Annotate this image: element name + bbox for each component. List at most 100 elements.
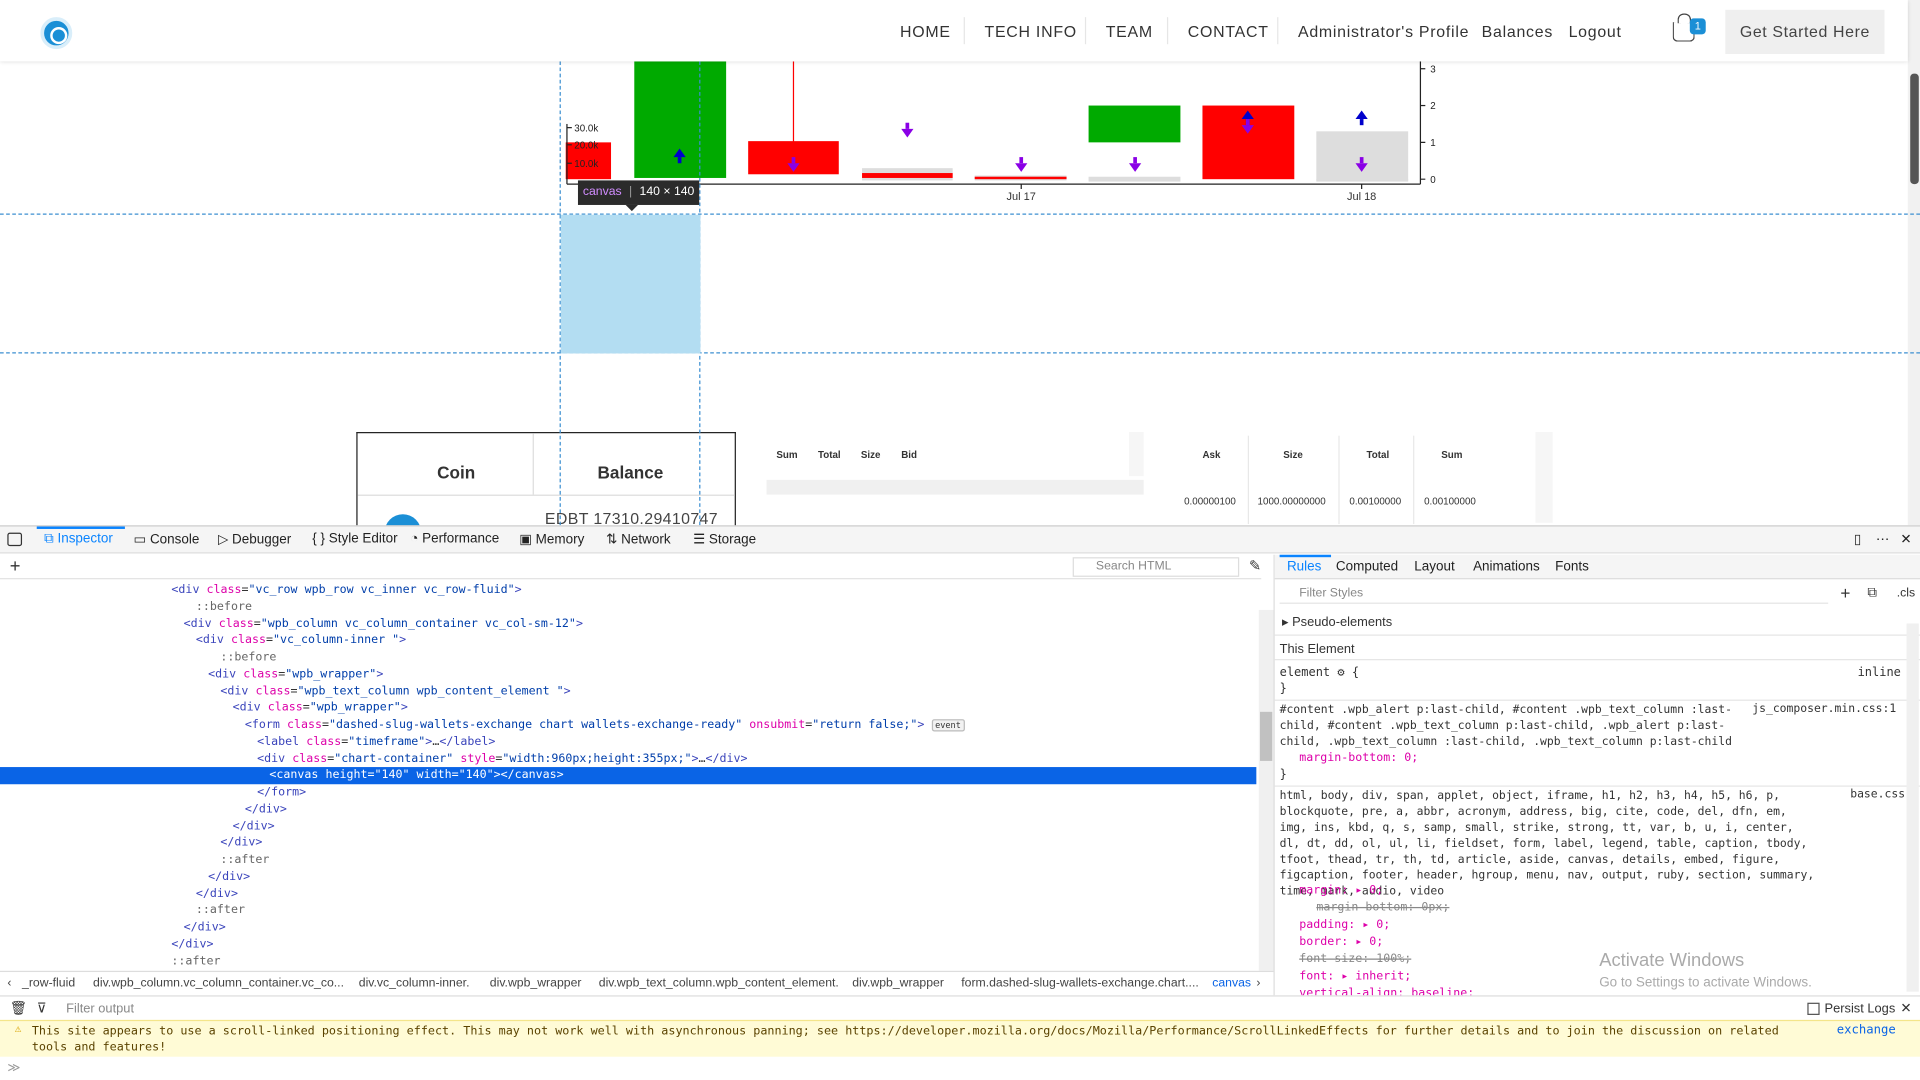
tab-style-editor[interactable]: { } Style Editor	[312, 531, 397, 546]
rule2-declaration[interactable]: border: ▸ 0;	[1299, 935, 1383, 949]
warning-source-link[interactable]: exchange	[1837, 1024, 1896, 1038]
nav-tech-info[interactable]: TECH INFO	[984, 22, 1076, 40]
rule1-selector[interactable]: #content .wpb_alert p:last-child, #conte…	[1280, 702, 1745, 750]
tab-rules[interactable]: Rules	[1287, 560, 1321, 575]
html-tree-node[interactable]: </div>	[0, 801, 1256, 818]
breadcrumb-item[interactable]: div.wpb_wrapper	[490, 977, 582, 991]
column-divider	[532, 433, 534, 495]
html-tree-node[interactable]: <div class="chart-container" style="widt…	[0, 750, 1256, 767]
tab-storage[interactable]: ☰ Storage	[693, 531, 756, 548]
pseudo-elements-toggle[interactable]: ▸ Pseudo-elements	[1282, 615, 1392, 630]
nav-team[interactable]: TEAM	[1106, 22, 1153, 40]
rule1-source[interactable]: js_composer.min.css:1	[1752, 702, 1896, 716]
tab-debugger[interactable]: ▷ Debugger	[218, 531, 291, 548]
bid-horizontal-scrollbar[interactable]	[766, 479, 1144, 495]
html-tree-node[interactable]: </div>	[0, 936, 1256, 953]
breadcrumb-item[interactable]: form.dashed-slug-wallets-exchange.chart.…	[961, 977, 1199, 991]
nav-logout[interactable]: Logout	[1569, 22, 1622, 40]
rule2-declaration[interactable]: padding: ▸ 0;	[1299, 918, 1390, 932]
nav-balances[interactable]: Balances	[1482, 22, 1553, 40]
breadcrumb-item[interactable]: div.vc_column-inner.	[359, 977, 470, 991]
add-node-icon[interactable]: +	[10, 556, 21, 577]
ask-vertical-scrollbar[interactable]	[1535, 432, 1553, 523]
breadcrumb-item-selected[interactable]: canvas	[1212, 977, 1251, 991]
persist-logs-checkbox[interactable]	[1807, 1002, 1820, 1015]
close-icon[interactable]: ✕	[1900, 531, 1911, 548]
html-tree-node[interactable]: </div>	[0, 919, 1256, 936]
html-tree-node[interactable]: <div class="vc_row wpb_row vc_inner vc_r…	[0, 582, 1256, 599]
element-picker-icon[interactable]	[7, 532, 23, 547]
html-tree-node[interactable]: </div>	[0, 885, 1256, 902]
rules-scrollbar[interactable]	[1906, 623, 1919, 992]
html-tree-node[interactable]: ::before	[0, 649, 1256, 666]
bid-vertical-scrollbar[interactable]	[1128, 432, 1144, 477]
column-divider	[1338, 435, 1340, 525]
html-tree-node[interactable]: ::after	[0, 852, 1256, 869]
tab-network[interactable]: ⇅ Network	[606, 531, 670, 548]
breadcrumb-item[interactable]: div.wpb_column.vc_column_container.vc_co…	[93, 977, 344, 991]
nav-admin-profile[interactable]: Administrator's Profile	[1298, 22, 1469, 40]
rule2-declaration[interactable]: vertical-align: baseline;	[1299, 987, 1474, 996]
element-rule[interactable]: element ⚙ {	[1280, 665, 1359, 681]
rule2-declaration[interactable]: margin: ▸ 0;	[1299, 884, 1383, 898]
tab-animations[interactable]: Animations	[1473, 560, 1540, 575]
tab-inspector[interactable]: ⧉ Inspector	[44, 531, 113, 547]
html-tree-node[interactable]: </div>	[0, 835, 1256, 852]
activate-windows-title: Activate Windows	[1599, 949, 1745, 971]
ask-cell-ask: 0.00000100	[1184, 495, 1236, 507]
breadcrumb-back-icon[interactable]: ‹	[7, 977, 11, 991]
get-started-button[interactable]: Get Started Here	[1725, 9, 1885, 55]
html-tree-node[interactable]: ::before	[0, 599, 1256, 616]
tab-fonts[interactable]: Fonts	[1555, 560, 1589, 575]
rule2-declaration-overridden[interactable]: margin-bottom: 0px;	[1316, 901, 1449, 915]
html-tree-node[interactable]: </form>	[0, 784, 1256, 801]
nav-contact[interactable]: CONTACT	[1188, 22, 1269, 40]
coin-exchange-logo-icon[interactable]	[40, 17, 73, 50]
rule1-declaration[interactable]: margin-bottom: 0;	[1299, 751, 1418, 765]
filter-output-input[interactable]: Filter output	[66, 1001, 134, 1016]
filter-styles-input[interactable]: Filter Styles	[1279, 583, 1829, 604]
html-tree-node-selected[interactable]: <canvas height="140" width="140"></canva…	[0, 767, 1257, 785]
sell-marker	[901, 128, 914, 138]
tab-memory[interactable]: ▣ Memory	[519, 531, 584, 548]
markup-scrollbar-thumb[interactable]	[1260, 711, 1273, 761]
divider	[1274, 785, 1920, 787]
inspector-tooltip: canvas | 140 × 140	[577, 180, 700, 205]
tab-console[interactable]: ▭ Console	[133, 531, 199, 548]
html-tree-node[interactable]: ::after	[0, 902, 1256, 919]
close-icon[interactable]: ✕	[1900, 1000, 1911, 1016]
balance-header: Balance	[597, 462, 664, 483]
rule2-declaration-overridden[interactable]: font-size: 100%;	[1299, 952, 1411, 966]
tab-performance[interactable]: ◔ Performance	[410, 531, 499, 546]
breadcrumb-item[interactable]: div.wpb_text_column.wpb_content_element.	[599, 977, 839, 991]
html-tree-node[interactable]: </div>	[0, 869, 1256, 886]
html-tree-node[interactable]: <div class="wpb_wrapper">	[0, 700, 1256, 717]
html-tree-node[interactable]: <div class="wpb_text_column wpb_content_…	[0, 683, 1256, 700]
trash-icon[interactable]: 🗑	[10, 1000, 27, 1016]
tab-computed[interactable]: Computed	[1336, 560, 1398, 575]
html-tree-node[interactable]: </div>	[0, 818, 1256, 835]
html-tree-node[interactable]: <form class="dashed-slug-wallets-exchang…	[0, 717, 1256, 734]
breadcrumb-forward-icon[interactable]: ›	[1256, 977, 1260, 991]
dock-icon[interactable]: ▯	[1854, 531, 1861, 548]
search-html-input[interactable]: Search HTML	[1072, 557, 1240, 577]
html-tree-node[interactable]: <div class="wpb_column vc_column_contain…	[0, 615, 1256, 632]
console-input-prompt-icon[interactable]: ≫	[7, 1062, 20, 1076]
toggle-pseudo-class-icon[interactable]: ⧉	[1867, 585, 1877, 601]
html-tree-node[interactable]: <div class="wpb_wrapper">	[0, 666, 1256, 683]
add-rule-icon[interactable]: +	[1840, 583, 1850, 603]
html-tree-node[interactable]: <label class="timeframe">…</label>	[0, 734, 1256, 751]
sell-marker-stem	[905, 122, 910, 129]
more-options-icon[interactable]: ⋯	[1876, 531, 1889, 548]
cls-toggle[interactable]: .cls	[1897, 587, 1915, 601]
breadcrumb-item[interactable]: _row-fluid	[22, 977, 75, 991]
rule2-declaration[interactable]: font: ▸ inherit;	[1299, 970, 1411, 984]
html-tree-node[interactable]: <div class="vc_column-inner ">	[0, 632, 1256, 649]
breadcrumb-item[interactable]: div.wpb_wrapper	[852, 977, 944, 991]
markup-scrollbar[interactable]	[1258, 609, 1274, 996]
tab-layout[interactable]: Layout	[1414, 560, 1454, 575]
nav-home[interactable]: HOME	[900, 22, 951, 40]
filter-icon[interactable]: ⊽	[37, 1000, 47, 1016]
eyedropper-icon[interactable]: ✎	[1249, 557, 1261, 574]
html-tree-node[interactable]: ::after	[0, 953, 1256, 970]
